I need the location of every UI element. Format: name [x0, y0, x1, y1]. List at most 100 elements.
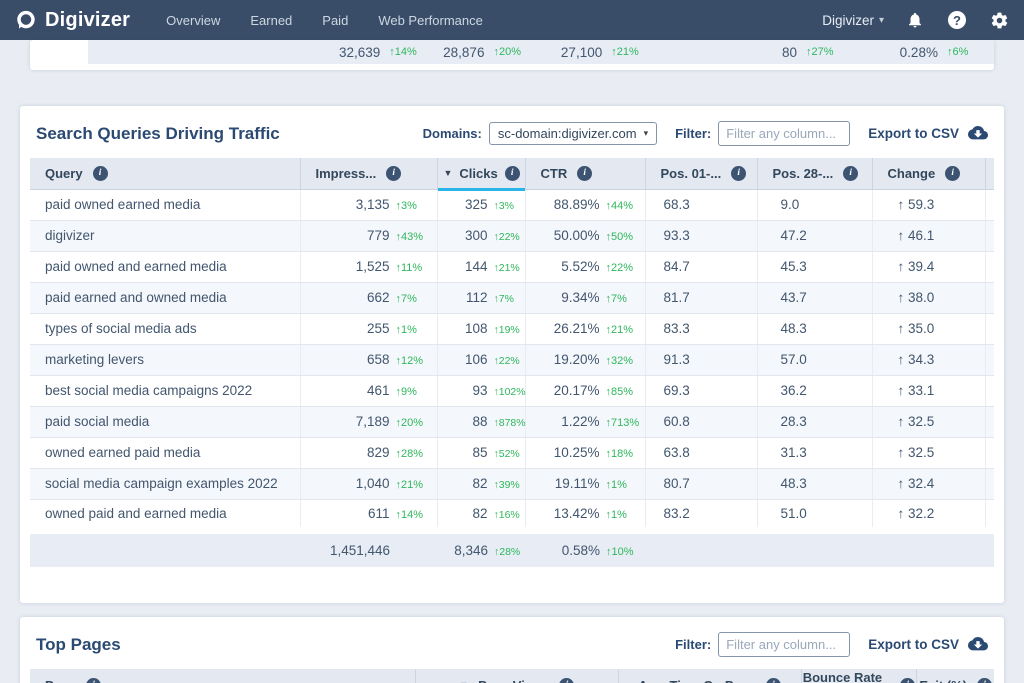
- col-header-change[interactable]: Changei: [872, 158, 985, 189]
- filter-input[interactable]: [718, 121, 850, 146]
- nav-item-paid[interactable]: Paid: [322, 13, 348, 28]
- pos01-cell: 60.8: [645, 406, 757, 437]
- impressions-cell: 255↑1%: [300, 313, 437, 344]
- change-cell: ↑ 32.4: [872, 468, 985, 499]
- info-icon[interactable]: i: [731, 166, 746, 181]
- pos28-cell: 47.2: [757, 220, 872, 251]
- col-header-exit-[interactable]: Exit (%)i: [917, 669, 994, 683]
- clicks-value: 108: [465, 321, 488, 336]
- nav-item-earned[interactable]: Earned: [250, 13, 292, 28]
- top-pages-title: Top Pages: [36, 635, 657, 655]
- ctr-value: 9.34%: [561, 290, 599, 305]
- change-cell: ↑ 35.0: [872, 313, 985, 344]
- info-icon[interactable]: i: [505, 166, 520, 181]
- top-pages-filter-input[interactable]: [718, 632, 850, 657]
- table-row: paid owned and earned media1,525↑11%144↑…: [30, 251, 994, 282]
- total-ctr: 0.58%: [562, 543, 600, 558]
- domains-select-value: sc-domain:digivizer.com: [498, 126, 637, 141]
- clicks-change: ↑3%: [488, 200, 524, 212]
- help-button[interactable]: ?: [946, 9, 968, 31]
- pos28-cell: 51.0: [757, 499, 872, 530]
- impressions-change: ↑12%: [390, 355, 436, 367]
- impressions-change: ↑3%: [390, 200, 436, 212]
- col-header-bounce-rate-[interactable]: Bounce Rate (%)i: [801, 669, 917, 683]
- summary-change: ↑27%: [797, 46, 849, 58]
- search-queries-header: Search Queries Driving Traffic Domains: …: [30, 106, 994, 158]
- pos01-cell: 63.8: [645, 437, 757, 468]
- info-icon[interactable]: i: [945, 166, 960, 181]
- impressions-change: ↑7%: [390, 293, 436, 305]
- info-icon[interactable]: i: [843, 166, 858, 181]
- export-csv-label: Export to CSV: [868, 637, 959, 652]
- query-cell: best social media campaigns 2022: [30, 375, 300, 406]
- spacer-cell: [985, 282, 994, 313]
- top-summary-card: 32,639↑14%28,876↑20%27,100↑21%80↑27%0.28…: [30, 40, 994, 70]
- impressions-value: 1,525: [356, 259, 390, 274]
- pos28-cell: 9.0: [757, 189, 872, 220]
- col-header-avg-time-on-page[interactable]: Avg. Time On Pagei: [618, 669, 801, 683]
- brand-logo[interactable]: Digivizer: [14, 9, 130, 32]
- summary-cell: 0.28%↑6%: [849, 45, 994, 60]
- pos01-cell: 83.3: [645, 313, 757, 344]
- filter-label: Filter:: [675, 126, 711, 141]
- summary-value: 32,639: [339, 45, 380, 60]
- top-pages-export-csv-button[interactable]: Export to CSV: [868, 637, 988, 652]
- domains-select[interactable]: sc-domain:digivizer.com ▾: [489, 122, 657, 145]
- col-header-inner: Pagei: [31, 678, 414, 683]
- clicks-cell: 88↑878%: [437, 406, 525, 437]
- impressions-cell: 611↑14%: [300, 499, 437, 530]
- nav-item-web-performance[interactable]: Web Performance: [378, 13, 483, 28]
- nav-item-overview[interactable]: Overview: [166, 13, 220, 28]
- info-icon[interactable]: i: [86, 678, 101, 683]
- clicks-change: ↑7%: [488, 293, 524, 305]
- clicks-value: 93: [472, 383, 487, 398]
- col-header-page[interactable]: Pagei: [30, 669, 416, 683]
- totals-empty-cell: [645, 530, 994, 567]
- impressions-cell: 829↑28%: [300, 437, 437, 468]
- col-header-clicks[interactable]: ▼Clicksi: [437, 158, 525, 189]
- pos01-cell: 68.3: [645, 189, 757, 220]
- total-clicks: 8,346: [454, 543, 488, 558]
- summary-cell: 27,100↑21%: [536, 45, 654, 60]
- top-pages-header-row: Pagei▼Page ViewsiAvg. Time On PageiBounc…: [30, 669, 994, 683]
- col-header-pos01[interactable]: Pos. 01-...i: [645, 158, 757, 189]
- summary-change: ↑20%: [484, 46, 536, 58]
- total-impressions: 1,451,446: [330, 543, 390, 558]
- info-icon[interactable]: i: [766, 678, 781, 683]
- export-csv-button[interactable]: Export to CSV: [868, 126, 988, 141]
- pos28-cell: 57.0: [757, 344, 872, 375]
- clicks-cell: 85↑52%: [437, 437, 525, 468]
- clicks-cell: 300↑22%: [437, 220, 525, 251]
- account-label: Digivizer: [822, 13, 874, 28]
- info-icon[interactable]: i: [900, 678, 915, 683]
- info-icon[interactable]: i: [386, 166, 401, 181]
- change-cell: ↑ 32.2: [872, 499, 985, 530]
- ctr-value: 88.89%: [554, 197, 600, 212]
- table-row: types of social media ads255↑1%108↑19%26…: [30, 313, 994, 344]
- query-cell: types of social media ads: [30, 313, 300, 344]
- top-pages-card: Top Pages Filter: Export to CSV Pagei▼Pa…: [20, 617, 1004, 683]
- info-icon[interactable]: i: [559, 678, 574, 683]
- table-row: owned paid and earned media611↑14%82↑16%…: [30, 499, 994, 530]
- impressions-change: ↑21%: [390, 479, 436, 491]
- spacer-cell: [985, 220, 994, 251]
- notifications-button[interactable]: [904, 9, 926, 31]
- page-title: Search Queries Driving Traffic: [36, 124, 405, 144]
- info-icon[interactable]: i: [93, 166, 108, 181]
- cloud-download-icon: [968, 126, 988, 141]
- ctr-value: 50.00%: [554, 228, 600, 243]
- info-icon[interactable]: i: [977, 678, 992, 683]
- pos28-cell: 36.2: [757, 375, 872, 406]
- filter-label: Filter:: [675, 637, 711, 652]
- col-header-page-views[interactable]: ▼Page Viewsi: [416, 669, 618, 683]
- col-header-pos28[interactable]: Pos. 28-...i: [757, 158, 872, 189]
- search-queries-card: Search Queries Driving Traffic Domains: …: [20, 106, 1004, 603]
- account-menu[interactable]: Digivizer ▾: [822, 13, 884, 28]
- settings-button[interactable]: [988, 9, 1010, 31]
- col-header-impressions[interactable]: Impress...i: [300, 158, 437, 189]
- digivizer-logo-icon: [14, 9, 37, 32]
- col-header-query[interactable]: Queryi: [30, 158, 300, 189]
- pos01-cell: 91.3: [645, 344, 757, 375]
- info-icon[interactable]: i: [577, 166, 592, 181]
- col-header-ctr[interactable]: CTRi: [525, 158, 645, 189]
